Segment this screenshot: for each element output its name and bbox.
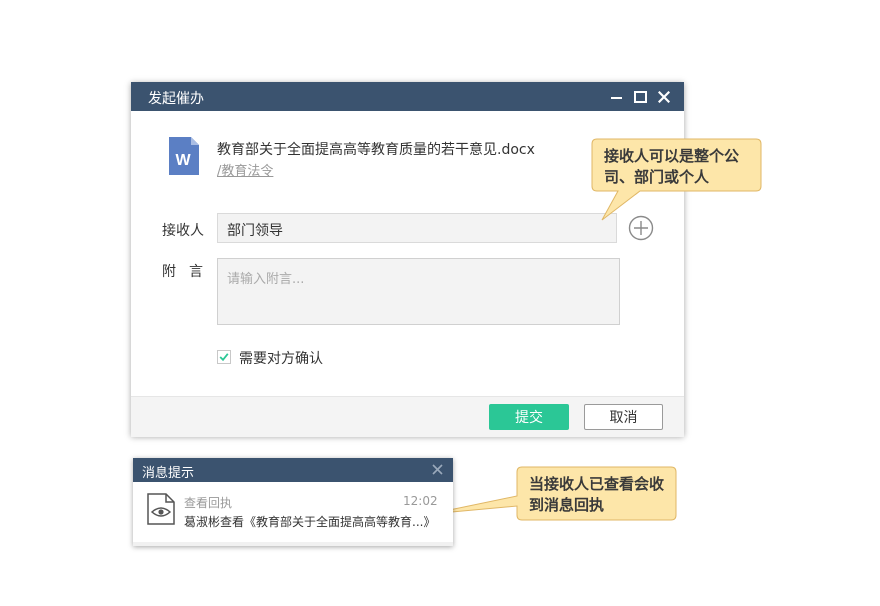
checkmark-icon	[219, 353, 229, 362]
message-notification: 消息提示 查看回执 12:02 葛淑彬查看《教育部关于全面提高高等教育...》	[133, 458, 453, 546]
dialog-titlebar: 发起催办	[131, 82, 684, 111]
close-icon	[658, 90, 670, 103]
confirm-checkbox[interactable]	[217, 350, 231, 364]
notification-bottom-strip	[133, 542, 453, 546]
receipt-callout-text: 当接收人已查看会收到消息回执	[529, 475, 665, 514]
recipient-label: 接收人	[162, 223, 204, 239]
recipient-field[interactable]: 部门领导	[217, 213, 617, 243]
recipient-value: 部门领导	[227, 223, 283, 239]
recipient-callout-text: 接收人可以是整个公司、部门或个人	[604, 147, 740, 186]
note-placeholder: 请输入附言...	[227, 272, 305, 287]
add-recipient-icon[interactable]	[628, 215, 654, 241]
dialog-footer: 提交 取消	[131, 396, 684, 437]
file-name: 教育部关于全面提高高等教育质量的若干意见.docx	[217, 142, 535, 158]
word-doc-letter: W	[175, 152, 191, 169]
maximize-button[interactable]	[628, 82, 652, 111]
word-doc-icon: W	[169, 137, 199, 175]
close-button[interactable]	[652, 82, 676, 111]
notification-title: 消息提示	[142, 466, 195, 481]
submit-button[interactable]: 提交	[489, 404, 569, 430]
maximize-icon	[633, 90, 647, 103]
minimize-button[interactable]	[604, 82, 628, 111]
close-icon[interactable]	[432, 464, 443, 475]
notification-titlebar: 消息提示	[133, 458, 453, 482]
notification-time: 12:02	[403, 494, 438, 508]
view-receipt-icon	[147, 493, 175, 525]
reminder-dialog: 发起催办 W 教育部关于全面提高高等教育质量的若干意见.docx /教育法令 接…	[131, 82, 684, 437]
note-textarea[interactable]: 请输入附言...	[217, 258, 620, 325]
file-path-link[interactable]: /教育法令	[217, 160, 273, 179]
notification-message[interactable]: 葛淑彬查看《教育部关于全面提高高等教育...》	[184, 513, 435, 530]
minimize-icon	[610, 96, 622, 99]
dialog-title: 发起催办	[148, 91, 204, 107]
notification-heading: 查看回执	[184, 496, 233, 510]
cancel-button[interactable]: 取消	[584, 404, 663, 430]
confirm-label[interactable]: 需要对方确认	[239, 348, 323, 368]
note-label: 附言	[162, 264, 216, 280]
